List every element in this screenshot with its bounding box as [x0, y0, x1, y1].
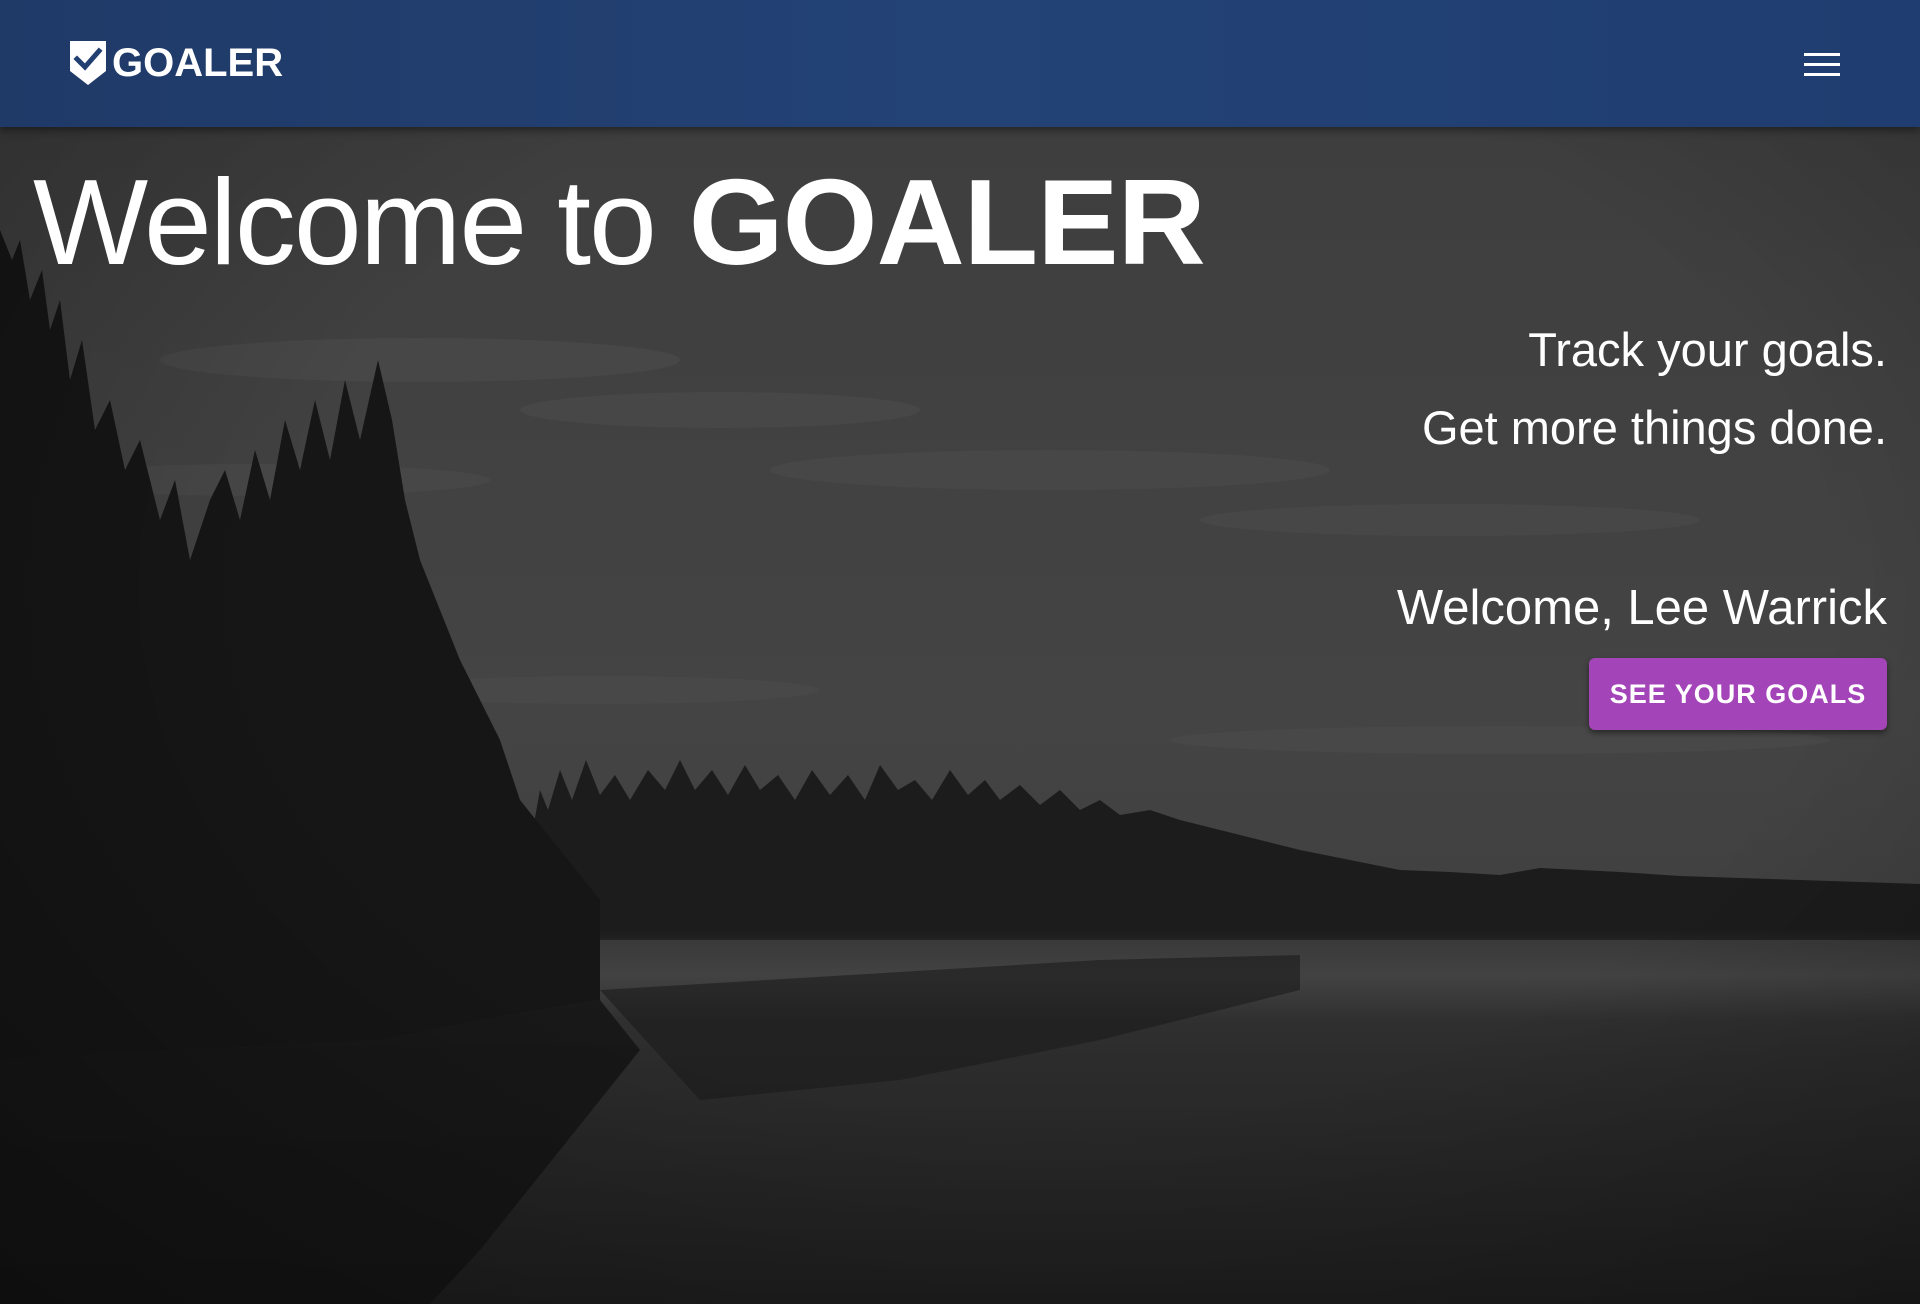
shield-check-icon	[70, 41, 106, 85]
hero-title-prefix: Welcome to	[33, 154, 657, 290]
see-your-goals-button[interactable]: SEE YOUR GOALS	[1589, 658, 1887, 730]
hamburger-menu-icon-bar-bottom	[1804, 72, 1840, 76]
tagline-line-1: Track your goals.	[1528, 323, 1887, 376]
hero-title: Welcome to GOALER	[33, 152, 1206, 292]
logo-text: GOALER	[112, 40, 284, 85]
hamburger-menu-icon-bar-top	[1804, 52, 1840, 56]
top-navigation-bar: GOALER	[0, 0, 1920, 127]
page: GOALER Welcome to GOALER Track your goal…	[0, 0, 1920, 1304]
hero-title-brand: GOALER	[688, 154, 1206, 290]
hamburger-menu-button[interactable]	[1800, 44, 1844, 84]
logo-link[interactable]: GOALER	[68, 38, 283, 88]
welcome-message: Welcome, Lee Warrick	[1396, 581, 1887, 635]
hamburger-menu-icon-bar-middle	[1804, 62, 1840, 66]
tagline-line-2: Get more things done.	[1421, 401, 1887, 454]
